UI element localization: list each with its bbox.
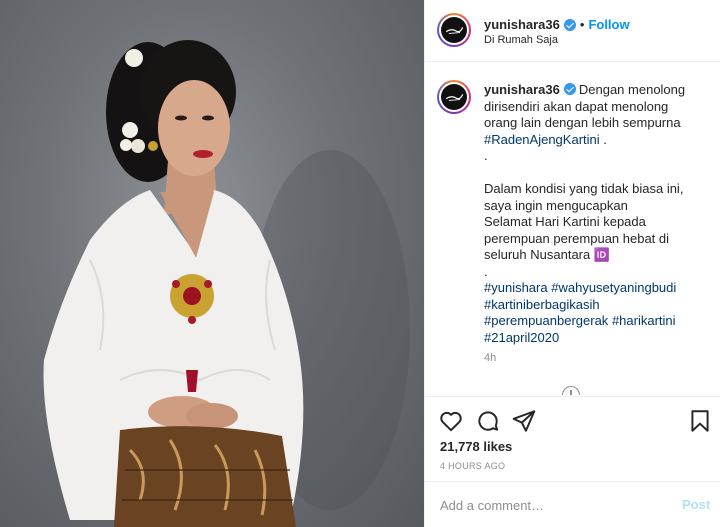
hashtag-link[interactable]: #harikartini	[612, 313, 676, 328]
caption-text: yunishara36 Dengan menolong dirisendiri a…	[484, 82, 709, 346]
caption-line: yunishara36 Dengan menolong	[484, 82, 709, 99]
post-sidebar: yunishara36 • Follow Di Rumah Saja yunis…	[424, 0, 720, 527]
location-link[interactable]: Di Rumah Saja	[484, 34, 558, 46]
caption-line: Dalam kondisi yang tidak biasa ini,	[484, 181, 684, 196]
caption-line: perempuan perempuan hebat di	[484, 230, 670, 246]
signature-logo-icon	[445, 27, 464, 34]
bookmark-icon[interactable]	[687, 408, 713, 434]
comment-bar: Post	[425, 481, 720, 527]
post-header: yunishara36 • Follow Di Rumah Saja	[425, 0, 720, 62]
signature-logo-icon	[445, 94, 464, 101]
caption-line: saya ingin mengucapkan	[484, 197, 628, 213]
caption-line: #kartiniberbagikasih	[484, 297, 709, 314]
caption-text-suffix: .	[599, 131, 607, 147]
caption-line: dirisendiri akan dapat menolong	[484, 98, 669, 114]
verified-badge-icon	[563, 83, 576, 95]
hashtag-link[interactable]: #RadenAjengKartini	[484, 132, 600, 147]
hashtag-link[interactable]: #21april2020	[484, 330, 559, 345]
caption-line: .	[484, 148, 488, 163]
caption-line: #perempuanbergerak #harikartini	[484, 313, 709, 330]
caption-line: #21april2020	[484, 330, 709, 347]
hashtag-link[interactable]: #wahyusetyaningbudi	[551, 280, 676, 295]
caption-line: Selamat Hari Kartini kepada	[484, 214, 646, 229]
caption-line: orang lain dengan lebih sempurna	[484, 115, 681, 130]
caption-area: yunishara36 Dengan menolong dirisendiri a…	[425, 63, 720, 395]
follow-button[interactable]: Follow	[588, 17, 629, 32]
portrait-illustration	[43, 40, 410, 527]
post-photo[interactable]	[0, 0, 424, 527]
post-comment-button[interactable]: Post	[682, 497, 710, 512]
caption-line: .	[484, 263, 488, 279]
hashtag-link[interactable]: #yunishara	[484, 280, 548, 295]
load-more-comments-icon[interactable]	[562, 386, 580, 395]
caption-line: seluruh Nusantara 🆔	[484, 247, 611, 262]
likes-count[interactable]: 21,778 likes	[440, 439, 512, 454]
caption-line: #RadenAjengKartini .	[484, 132, 709, 149]
caption-line: #yunishara #wahyusetyaningbudi	[484, 280, 709, 297]
caption-avatar[interactable]	[437, 80, 471, 114]
comment-icon[interactable]	[475, 408, 501, 434]
comment-input[interactable]	[440, 495, 660, 515]
caption-line-text: Dengan menolong	[578, 82, 686, 97]
post-time[interactable]: 4 HOURS AGO	[440, 461, 505, 471]
caption-username[interactable]: yunishara36	[484, 82, 560, 97]
share-icon[interactable]	[511, 408, 537, 434]
verified-badge-icon	[563, 18, 576, 31]
header-username[interactable]: yunishara36	[484, 17, 560, 32]
avatar[interactable]	[437, 13, 471, 47]
caption-timestamp[interactable]: 4h	[484, 352, 496, 364]
header-user-row: yunishara36 • Follow	[484, 17, 630, 32]
separator-dot: •	[579, 17, 585, 32]
hashtag-link[interactable]: #kartiniberbagikasih	[484, 297, 600, 312]
heart-icon[interactable]	[438, 408, 464, 434]
hashtag-link[interactable]: #perempuanbergerak	[484, 313, 608, 328]
